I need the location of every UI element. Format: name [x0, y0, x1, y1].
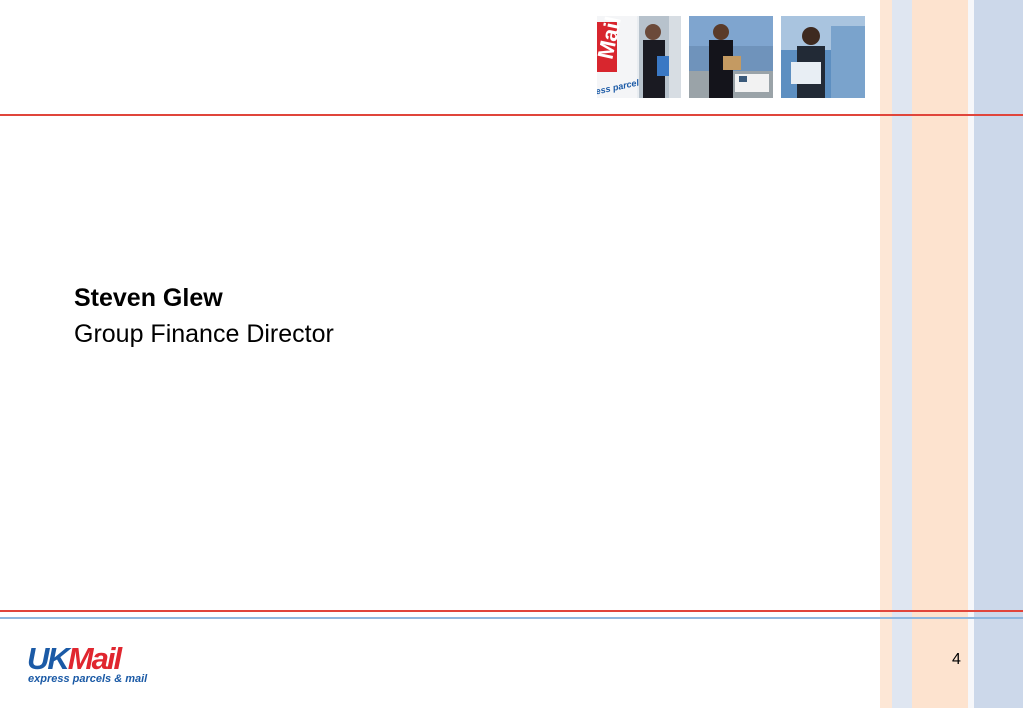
- courier-photo: [689, 16, 773, 98]
- decor-stripe-lightblue: [892, 0, 912, 708]
- logo-uk: UK: [27, 641, 70, 676]
- footer-rule-blue: [0, 617, 1023, 619]
- van-photo: Mail ess parcels & mail: [597, 16, 681, 98]
- speaker-role: Group Finance Director: [74, 320, 334, 348]
- logo-wordmark: UKMail: [27, 641, 122, 676]
- page-number: 4: [952, 651, 961, 668]
- office-photo: [781, 16, 865, 98]
- decor-stripe-orange: [912, 0, 968, 708]
- footer-rule-red: [0, 610, 1023, 612]
- header-rule: [0, 114, 1023, 116]
- ukmail-logo: UKMail express parcels & mail: [27, 643, 153, 688]
- speaker-name: Steven Glew: [74, 284, 223, 312]
- logo-tagline: express parcels & mail: [28, 673, 148, 685]
- decor-stripe-blue: [974, 0, 1023, 708]
- title-block: Steven Glew Group Finance Director: [74, 282, 334, 354]
- logo-mail: Mail: [67, 641, 122, 676]
- decor-stripe-peach: [880, 0, 892, 708]
